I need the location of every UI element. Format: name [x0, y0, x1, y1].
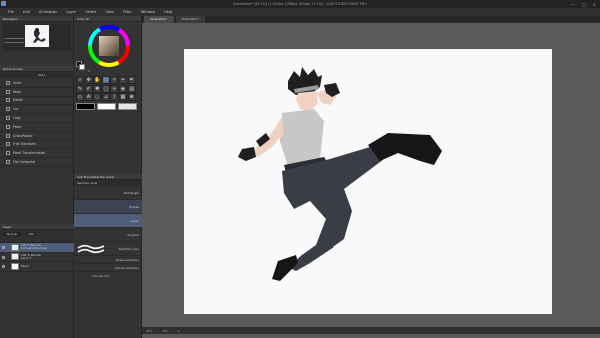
decoration-tool-icon[interactable]: ❀	[127, 93, 136, 102]
transparent-color-chip[interactable]	[118, 103, 137, 111]
quick-free-transform[interactable]: Free Transform	[0, 141, 74, 150]
title-bar: Illustration* (45.1%) (1.920px-1358px 35…	[0, 0, 600, 8]
subtool-selection-pen[interactable]: Selection pen	[74, 242, 142, 256]
quick-delete[interactable]: Delete	[0, 97, 74, 106]
airbrush-tool-icon[interactable]: ✺	[93, 84, 102, 93]
menu-bar: File Edit Animation Layer Select View Fi…	[0, 8, 600, 16]
quick-copy[interactable]: Copy	[0, 114, 74, 123]
menu-animation[interactable]: Animation	[39, 10, 57, 14]
close-button[interactable]: ×	[593, 2, 596, 7]
correct-line-tool-icon[interactable]: ⌇	[110, 93, 119, 102]
pencil-tool-icon[interactable]: ✎	[76, 84, 84, 93]
opacity-value[interactable]: 100	[25, 231, 37, 236]
balloon-tool-icon[interactable]: ◌	[93, 93, 102, 102]
scale-icon	[6, 133, 10, 138]
flip-icon	[6, 160, 10, 165]
fill-tool-icon[interactable]: ◈	[118, 84, 127, 93]
subtool-polyline[interactable]: Polyline	[74, 228, 142, 242]
menu-window[interactable]: Window	[141, 10, 155, 14]
add-subtool-button[interactable]: Add sub tool	[74, 272, 142, 280]
stroke-preview-icon	[77, 244, 105, 253]
menu-filter[interactable]: Filter	[123, 10, 132, 14]
layer-row[interactable]: 100 % Normal Layer 1	[0, 253, 74, 262]
copy-icon	[6, 116, 10, 121]
selection-tool-icon[interactable]: ▭	[101, 76, 110, 84]
redo-icon	[6, 89, 10, 94]
menu-view[interactable]: View	[105, 10, 114, 14]
mesh-icon	[6, 151, 10, 156]
quick-flip-horizontal[interactable]: Flip Horizontal	[0, 158, 74, 167]
hand-tool-icon[interactable]: ✋	[93, 76, 102, 84]
subtool-rectangle[interactable]: Rectangle	[74, 186, 142, 200]
subtool-shrink-selection[interactable]: Shrink selection	[74, 264, 142, 272]
middle-column: Color W 0 ⌕ ✥ ✋ ▭ ✧ ⌖ ✒ ✎ ✐ ✺ ▢ ≈ ◈ ▤ ◇ …	[74, 16, 142, 338]
paste-icon	[6, 124, 10, 129]
color-wheel[interactable]	[88, 25, 130, 67]
black-color-chip[interactable]	[76, 103, 95, 111]
window-title: Illustration* (45.1%) (1.920px-1358px 35…	[232, 1, 368, 6]
transform-icon	[6, 142, 10, 147]
subtool-lasso[interactable]: Lasso	[74, 214, 142, 228]
quick-mesh-transform[interactable]: Mesh Transformation	[0, 149, 74, 159]
quick-undo[interactable]: Undo	[0, 79, 74, 88]
menu-layer[interactable]: Layer	[66, 10, 76, 14]
white-color-chip[interactable]	[97, 103, 116, 111]
shape-tool-icon[interactable]: ◇	[76, 93, 84, 102]
quick-paste[interactable]: Paste	[0, 123, 74, 132]
left-column: Navigator Quick Access Set 1 Undo Redo D…	[0, 16, 74, 338]
navigator-thumbnail-icon	[33, 28, 46, 43]
subtool-ellipse[interactable]: Ellipse	[74, 200, 142, 214]
color-wheel-header: Color W	[74, 16, 141, 22]
pen-tool-icon[interactable]: ✒	[127, 76, 136, 84]
layer-thumbnail	[11, 243, 19, 251]
coordinate-readout: 0	[177, 328, 180, 333]
frame-tool-icon[interactable]: ▦	[118, 93, 127, 102]
menu-file[interactable]: File	[8, 10, 14, 14]
canvas-paper[interactable]	[184, 49, 552, 314]
menu-edit[interactable]: Edit	[23, 10, 30, 14]
visibility-eye-icon[interactable]	[2, 255, 5, 259]
undo-icon	[6, 80, 10, 85]
navigator-header: Navigator	[0, 16, 73, 22]
menu-help[interactable]: Help	[164, 10, 172, 14]
layer-thumbnail	[11, 253, 19, 261]
visibility-eye-icon[interactable]	[2, 246, 5, 249]
layer-thumbnail	[11, 262, 19, 270]
angle-readout[interactable]: 0.0	[163, 329, 168, 333]
quick-scale-rotate[interactable]: Scale/Rotate	[0, 132, 74, 141]
eraser-tool-icon[interactable]: ▢	[101, 84, 110, 93]
delete-icon	[6, 98, 10, 103]
ruler-tool-icon[interactable]: ⊿	[101, 93, 110, 102]
character-illustration	[238, 67, 442, 281]
blend-tool-icon[interactable]: ≈	[110, 84, 119, 93]
visibility-eye-icon[interactable]	[2, 265, 5, 268]
layer-row[interactable]: Paper	[0, 262, 74, 272]
sub-color-swatch[interactable]	[79, 64, 85, 70]
text-tool-icon[interactable]: A	[84, 93, 93, 102]
zoom-readout[interactable]: 45.1	[146, 329, 153, 333]
subtool-erase-selection[interactable]: Erase selection	[74, 256, 142, 264]
cut-icon	[6, 107, 10, 112]
eyedropper-tool-icon[interactable]: ⌖	[118, 76, 127, 84]
hue-value: 0	[88, 70, 90, 73]
quick-redo[interactable]: Redo	[0, 88, 74, 97]
brush-tool-icon[interactable]: ✐	[84, 84, 93, 93]
maximize-button[interactable]: □	[582, 2, 586, 7]
status-bar: 45.1 0.0 0	[142, 327, 600, 334]
quick-cut[interactable]: Cut	[0, 105, 74, 115]
wand-tool-icon[interactable]: ✧	[110, 76, 119, 84]
gradient-tool-icon[interactable]: ▤	[127, 84, 136, 93]
tab-illustration-2[interactable]: Illustration*	[175, 16, 206, 23]
layer-row[interactable]: 100 % Normal bi.Illustration.Copy	[0, 243, 74, 253]
tab-illustration-1[interactable]: Illustration*	[144, 16, 174, 23]
minimize-button[interactable]: —	[571, 2, 575, 7]
navigator-preview[interactable]	[3, 23, 71, 51]
zoom-tool-icon[interactable]: ⌕	[76, 76, 84, 84]
move-tool-icon[interactable]: ✥	[84, 76, 93, 84]
blend-mode-select[interactable]: Normal	[3, 231, 22, 236]
quick-access-set[interactable]: Set 1	[0, 72, 74, 79]
menu-select[interactable]: Select	[85, 10, 96, 14]
document-tabs: Illustration* Illustration*	[142, 16, 600, 23]
